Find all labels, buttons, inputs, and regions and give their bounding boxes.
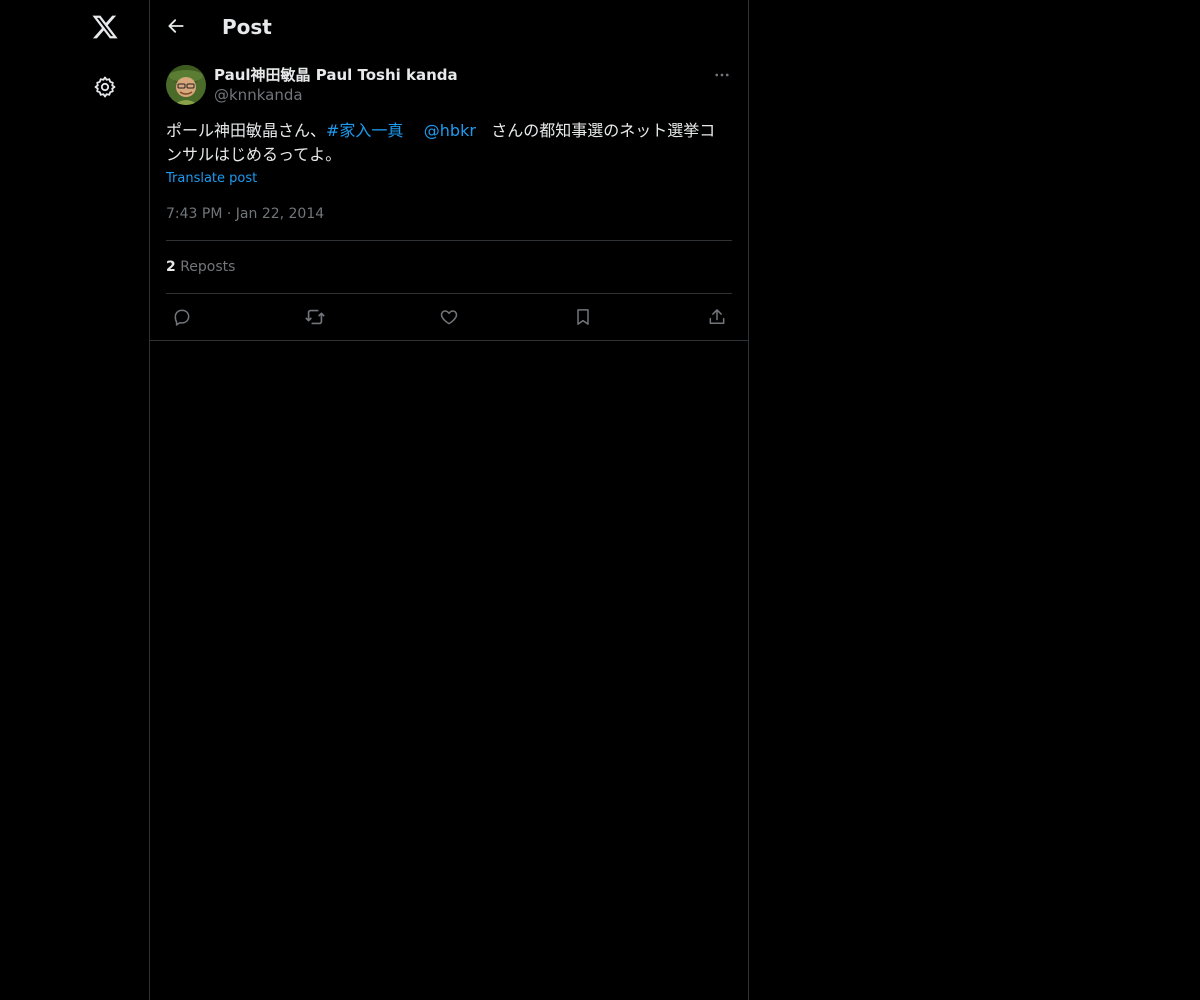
page-title: Post <box>222 15 272 39</box>
reply-icon <box>174 309 190 326</box>
reposts-label: Reposts <box>180 259 236 275</box>
post-time[interactable]: 7:43 PM <box>166 206 222 222</box>
mention-link[interactable]: @hbkr <box>424 121 476 140</box>
main-column: Post Paul神田敏晶 Paul Toshi kanda @knnkanda… <box>149 0 749 1000</box>
translate-post-link[interactable]: Translate post <box>166 170 257 188</box>
divider <box>166 240 732 241</box>
gear-icon <box>94 76 116 98</box>
x-logo-button[interactable] <box>83 5 127 49</box>
reposts-count: 2 <box>166 259 176 275</box>
page-header: Post <box>150 0 748 53</box>
share-button[interactable] <box>701 301 733 333</box>
x-logo-icon <box>92 15 118 39</box>
post-bottom-divider <box>150 340 748 341</box>
repost-button[interactable] <box>299 301 331 333</box>
author-handle[interactable]: @knnkanda <box>214 85 303 105</box>
bookmark-icon <box>577 309 589 325</box>
like-button[interactable] <box>433 301 465 333</box>
avatar[interactable] <box>166 65 206 105</box>
arrow-left-icon <box>168 19 184 33</box>
author-name[interactable]: Paul神田敏晶 Paul Toshi kanda <box>214 65 458 85</box>
more-options-button[interactable] <box>710 63 734 87</box>
settings-button[interactable] <box>83 65 127 109</box>
divider <box>166 293 732 294</box>
more-horizontal-icon <box>715 73 729 77</box>
bookmark-button[interactable] <box>567 301 599 333</box>
reply-button[interactable] <box>166 301 198 333</box>
post-text-before: ポール神田敏晶さん、 <box>166 121 327 140</box>
post-text: ポール神田敏晶さん、#家入一真 @hbkr さんの都知事選のネット選挙コンサルは… <box>166 119 726 167</box>
repost-icon <box>305 309 325 325</box>
post-timestamp: 7:43 PM · Jan 22, 2014 <box>166 204 324 224</box>
hashtag-link[interactable]: #家入一真 <box>326 121 403 140</box>
timestamp-separator: · <box>226 206 232 222</box>
share-icon <box>709 309 725 324</box>
post-actions <box>166 301 732 333</box>
post-date[interactable]: Jan 22, 2014 <box>236 206 324 222</box>
left-nav <box>0 0 149 1000</box>
reposts-stat[interactable]: 2 Reposts <box>166 257 235 277</box>
avatar-image <box>166 65 206 105</box>
heart-icon <box>440 310 458 325</box>
back-button[interactable] <box>158 8 194 44</box>
